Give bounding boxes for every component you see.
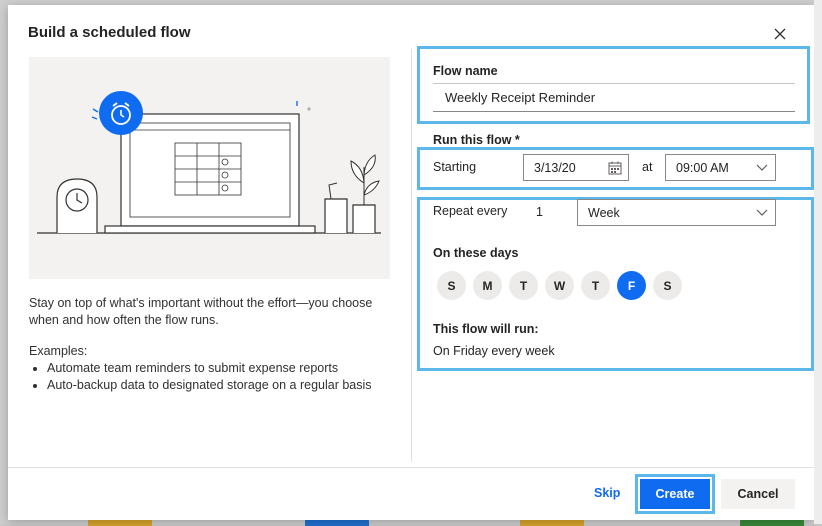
- dialog-title: Build a scheduled flow: [28, 24, 191, 41]
- skip-button[interactable]: Skip: [594, 486, 620, 500]
- examples-label: Examples:: [29, 344, 88, 358]
- calendar-icon: [602, 155, 628, 180]
- start-date-value: 3/13/20: [534, 160, 576, 175]
- footer-divider: [8, 467, 814, 468]
- description-text: Stay on top of what's important without …: [29, 296, 373, 327]
- chevron-down-icon: [749, 155, 775, 180]
- at-label: at: [642, 160, 653, 174]
- start-date-picker[interactable]: 3/13/20: [523, 154, 629, 181]
- repeat-unit-value: Week: [588, 205, 620, 220]
- close-icon[interactable]: [770, 24, 790, 44]
- on-these-days-label: On these days: [433, 246, 519, 260]
- weekday-selector: S M T W T F S: [437, 271, 689, 300]
- summary-text: On Friday every week: [433, 344, 555, 358]
- repeat-unit-dropdown[interactable]: Week: [577, 199, 776, 226]
- day-tuesday[interactable]: T: [509, 271, 538, 300]
- example-item: Automate team reminders to submit expens…: [47, 360, 372, 377]
- start-time-dropdown[interactable]: 09:00 AM: [665, 154, 776, 181]
- start-time-value: 09:00 AM: [676, 160, 729, 175]
- background-page-edge: [814, 0, 822, 524]
- day-monday[interactable]: M: [473, 271, 502, 300]
- repeat-interval-value[interactable]: 1: [536, 205, 543, 219]
- day-thursday[interactable]: T: [581, 271, 610, 300]
- flow-name-label: Flow name: [433, 64, 498, 78]
- flow-name-input[interactable]: [433, 84, 795, 112]
- summary-label: This flow will run:: [433, 322, 539, 336]
- create-button[interactable]: Create: [640, 479, 710, 509]
- examples-list: Automate team reminders to submit expens…: [29, 360, 372, 394]
- example-item: Auto-backup data to designated storage o…: [47, 377, 372, 394]
- illustration: [29, 57, 390, 279]
- day-sunday[interactable]: S: [437, 271, 466, 300]
- run-this-flow-label: Run this flow *: [433, 133, 520, 147]
- day-saturday[interactable]: S: [653, 271, 682, 300]
- chevron-down-icon: [749, 200, 775, 225]
- repeat-every-label: Repeat every: [433, 204, 508, 218]
- day-friday[interactable]: F: [617, 271, 646, 300]
- starting-label: Starting: [433, 160, 477, 174]
- cancel-button[interactable]: Cancel: [721, 479, 795, 509]
- scheduled-flow-dialog: Build a scheduled flow Stay on top of wh…: [8, 5, 814, 520]
- day-wednesday[interactable]: W: [545, 271, 574, 300]
- vertical-divider: [411, 49, 412, 462]
